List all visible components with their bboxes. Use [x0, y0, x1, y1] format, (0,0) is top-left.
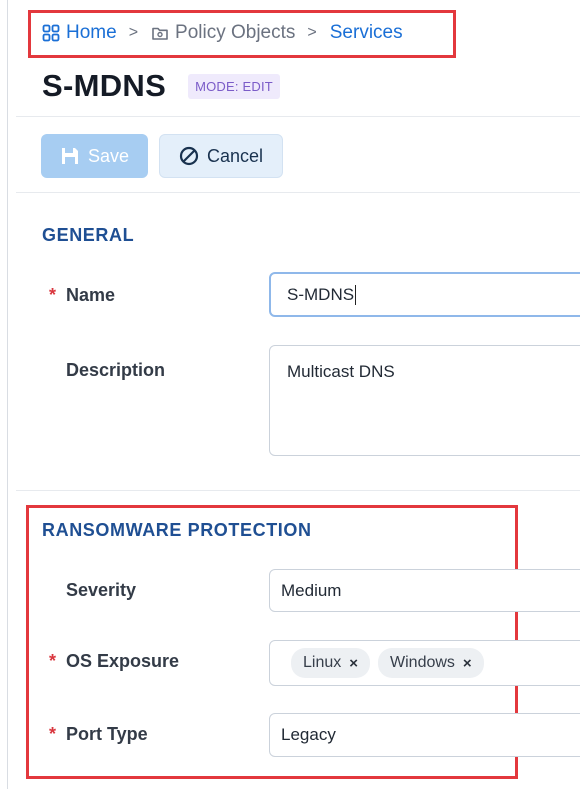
name-input-value: S-MDNS	[287, 284, 355, 304]
os-tag-windows: Windows ×	[378, 648, 484, 678]
description-label: Description	[66, 360, 166, 380]
divider	[16, 116, 580, 117]
cancel-button-label: Cancel	[206, 145, 264, 166]
divider	[16, 490, 580, 491]
remove-tag-icon[interactable]: ×	[463, 655, 472, 672]
breadcrumb-services[interactable]: Services	[330, 22, 403, 44]
name-input[interactable]: S-MDNS	[269, 272, 580, 317]
breadcrumb-home[interactable]: Home	[42, 22, 117, 44]
name-label: Name	[66, 285, 116, 305]
port-type-label: Port Type	[66, 724, 148, 744]
description-value: Multicast DNS	[287, 362, 395, 381]
save-button[interactable]: Save	[41, 134, 148, 178]
os-tag-label: Linux	[303, 654, 342, 671]
os-tag-label: Windows	[390, 654, 455, 671]
breadcrumb-home-label[interactable]: Home	[66, 22, 117, 44]
required-marker: *	[49, 285, 57, 305]
breadcrumb-services-label[interactable]: Services	[330, 22, 403, 44]
required-marker: *	[49, 724, 57, 744]
cancel-button[interactable]: Cancel	[159, 134, 283, 178]
severity-select[interactable]: Medium	[269, 569, 580, 612]
breadcrumb-separator: >	[128, 24, 139, 41]
section-heading-ransomware: RANSOMWARE PROTECTION	[42, 520, 312, 540]
os-exposure-multiselect[interactable]: Linux × Windows ×	[269, 640, 580, 686]
section-heading-general: GENERAL	[42, 225, 135, 245]
divider	[16, 192, 580, 193]
required-marker: *	[49, 651, 57, 671]
os-exposure-label: OS Exposure	[66, 651, 180, 671]
description-textarea[interactable]: Multicast DNS	[269, 345, 580, 456]
port-type-value: Legacy	[281, 725, 336, 744]
page-title: S-MDNS	[42, 68, 167, 103]
remove-tag-icon[interactable]: ×	[349, 655, 358, 672]
os-tag-linux: Linux ×	[291, 648, 371, 678]
page-left-border	[7, 0, 8, 789]
save-button-label: Save	[87, 145, 130, 166]
floppy-disk-icon	[60, 146, 80, 166]
prohibited-icon	[179, 146, 199, 166]
grid-icon	[42, 24, 60, 42]
breadcrumb: Home > Policy Objects > Services	[42, 22, 403, 44]
port-type-select[interactable]: Legacy	[269, 713, 580, 757]
mode-badge: MODE: EDIT	[188, 73, 280, 99]
severity-value: Medium	[281, 580, 342, 600]
title-row: S-MDNS MODE: EDIT	[42, 68, 280, 104]
breadcrumb-policy-objects-label[interactable]: Policy Objects	[175, 22, 295, 44]
breadcrumb-policy-objects[interactable]: Policy Objects	[151, 22, 295, 44]
folder-icon	[151, 24, 169, 42]
breadcrumb-separator: >	[307, 24, 317, 41]
text-caret	[355, 284, 357, 305]
severity-label: Severity	[66, 580, 137, 600]
